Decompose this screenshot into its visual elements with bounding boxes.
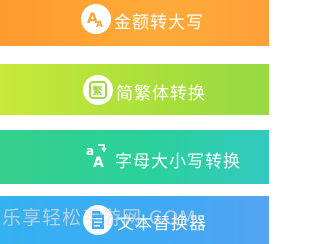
tools-screen: A A 金额转大写 繁 简繁体转换 a A 字母大小写转换 文本替换器 乐享轻松… xyxy=(0,0,269,244)
traditional-icon: 繁 xyxy=(83,75,113,105)
tile-text-replacer-label: 文本替换器 xyxy=(117,214,207,234)
letter-case-icon: a A xyxy=(82,141,112,171)
tile-letter-case-label: 字母大小写转换 xyxy=(115,152,241,172)
tile-simplified-traditional-label: 简繁体转换 xyxy=(116,84,206,104)
document-icon xyxy=(83,205,113,235)
svg-text:A: A xyxy=(93,155,104,170)
tile-simplified-traditional[interactable]: 繁 简繁体转换 xyxy=(0,64,269,115)
tile-letter-case[interactable]: a A 字母大小写转换 xyxy=(0,130,269,184)
svg-text:繁: 繁 xyxy=(92,85,104,98)
tile-amount-uppercase[interactable]: A A 金额转大写 xyxy=(0,0,269,46)
amount-icon: A A xyxy=(81,4,111,34)
tile-amount-uppercase-label: 金额转大写 xyxy=(114,13,204,33)
tile-text-replacer[interactable]: 文本替换器 xyxy=(0,196,269,244)
svg-text:A: A xyxy=(96,20,103,30)
